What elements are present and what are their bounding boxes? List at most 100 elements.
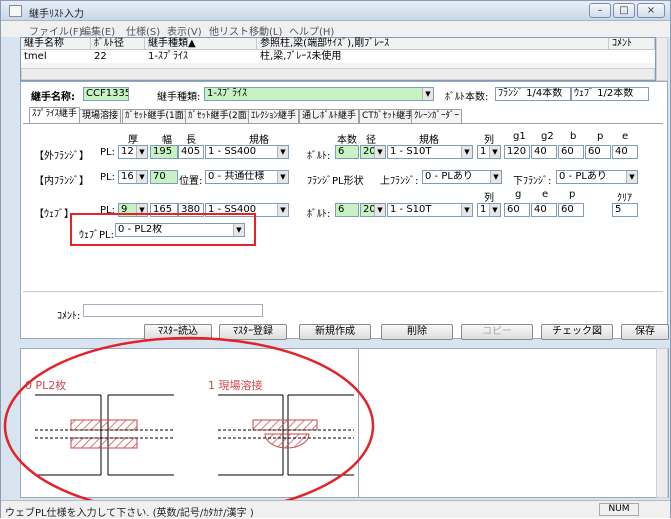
minimize-button[interactable]: – bbox=[589, 3, 611, 18]
chevron-down-icon: ▼ bbox=[461, 204, 472, 216]
tab-crane-girder[interactable]: ｸﾚｰﾝｶﾞｰﾀﾞｰ bbox=[411, 109, 463, 123]
list-hscroll[interactable] bbox=[21, 68, 655, 80]
chevron-down-icon: ▼ bbox=[422, 88, 433, 100]
close-button[interactable]: × bbox=[637, 3, 665, 18]
web-dia-select[interactable]: 20 ▼ bbox=[360, 203, 386, 217]
copy-button[interactable]: コピー bbox=[461, 324, 533, 340]
chevron-down-icon: ▼ bbox=[374, 146, 385, 158]
web-p-field[interactable]: 60 bbox=[558, 203, 584, 217]
outer-bolt-spec-select[interactable]: 1 - S10T ▼ bbox=[387, 145, 473, 159]
inner-thick-value: 16 bbox=[121, 171, 134, 182]
list-cell-type[interactable]: 1-ｽﾌﾟﾗｲｽ bbox=[145, 51, 257, 63]
tab-splice[interactable]: ｽﾌﾟﾗｲｽ継手 bbox=[29, 107, 81, 124]
menu-move[interactable]: 他リスト移動(L) bbox=[209, 23, 282, 38]
col-header-name[interactable]: 継手名称 bbox=[21, 38, 91, 50]
window-title: 継手ﾘｽﾄ入力 bbox=[29, 9, 84, 20]
list-cell-name[interactable]: tmel bbox=[21, 51, 91, 63]
type-select[interactable]: 1-ｽﾌﾟﾗｲｽ ▼ bbox=[204, 87, 434, 101]
outer-thick-select[interactable]: 12 ▼ bbox=[118, 145, 148, 159]
inner-pos-select[interactable]: 0 - 共通仕様 ▼ bbox=[205, 170, 289, 184]
tab-gusset-2[interactable]: ｶﾞｾｯﾄ継手(2面) bbox=[185, 109, 254, 123]
check-figure-button[interactable]: チェック図 bbox=[541, 324, 613, 340]
outer-p-field[interactable]: 60 bbox=[585, 145, 611, 159]
web-rows-value: 1 bbox=[480, 204, 487, 215]
outer-rows-select[interactable]: 1 ▼ bbox=[477, 145, 501, 159]
chevron-down-icon: ▼ bbox=[490, 171, 501, 183]
menu-file[interactable]: ファイル(F) bbox=[29, 23, 83, 38]
maximize-button[interactable]: □ bbox=[613, 3, 635, 18]
web-bolt-spec-select[interactable]: 1 - S10T ▼ bbox=[387, 203, 473, 217]
separator bbox=[23, 291, 663, 292]
col-rows: 列 bbox=[484, 135, 494, 146]
web-col-clear: ｸﾘｱ bbox=[617, 193, 632, 204]
inner-pl-label: PL: bbox=[100, 172, 115, 183]
bolt-count-label: ﾎﾞﾙﾄ本数: bbox=[445, 92, 489, 103]
col-length: 長 bbox=[186, 135, 196, 146]
outer-width-field[interactable]: 195 bbox=[150, 145, 178, 159]
tab-through-bolt[interactable]: 通しﾎﾞﾙﾄ継手 bbox=[299, 109, 360, 123]
main-window: 継手ﾘｽﾄ入力 – □ × ファイル(F) 編集(E) 仕様(S) 表示(V) … bbox=[0, 0, 671, 519]
menu-help[interactable]: ヘルプ(H) bbox=[289, 23, 334, 38]
bolt-web-field[interactable]: ｳｪﾌﾞ 1/2本数 bbox=[571, 87, 649, 101]
outer-count-field[interactable]: 6 bbox=[335, 145, 359, 159]
upper-flange-value: 0 - PLあり bbox=[425, 171, 473, 182]
col-spec: 規格 bbox=[249, 135, 269, 146]
col-g2: g2 bbox=[541, 131, 554, 142]
outer-spec-value: 1 - SS400 bbox=[208, 146, 257, 157]
num-lock-indicator: NUM bbox=[599, 503, 639, 516]
joint-list[interactable]: 継手名称 ﾎﾞﾙﾄ径 継手種類▲ 参照柱,梁(端部ｻｲｽﾞ),剛ﾌﾞﾚｰｽ ｺﾒ… bbox=[20, 37, 656, 81]
tab-gusset-1[interactable]: ｶﾞｾｯﾄ継手(1面) bbox=[122, 109, 191, 123]
web-count-field[interactable]: 6 bbox=[335, 203, 359, 217]
outer-g2-field[interactable]: 40 bbox=[531, 145, 557, 159]
comment-field[interactable] bbox=[83, 304, 263, 317]
outer-spec-select[interactable]: 1 - SS400 ▼ bbox=[205, 145, 289, 159]
tab-field-weld[interactable]: 現場溶接 bbox=[79, 109, 122, 123]
outer-g1-field[interactable]: 120 bbox=[504, 145, 530, 159]
outer-dia-select[interactable]: 20 ▼ bbox=[360, 145, 386, 159]
bolt-flange-field[interactable]: ﾌﾗﾝｼﾞ 1/4本数 bbox=[495, 87, 571, 101]
menu-view[interactable]: 表示(V) bbox=[167, 23, 202, 38]
outer-b-field[interactable]: 60 bbox=[558, 145, 584, 159]
col-header-bolt[interactable]: ﾎﾞﾙﾄ径 bbox=[91, 38, 145, 50]
col-width: 幅 bbox=[162, 135, 172, 146]
web-pl-select[interactable]: 0 - PL2枚 ▼ bbox=[115, 223, 245, 237]
lower-flange-select[interactable]: 0 - PLあり ▼ bbox=[556, 170, 638, 184]
list-cell-bolt[interactable]: 22 bbox=[91, 51, 145, 63]
col-p: p bbox=[597, 131, 604, 142]
outer-e-field[interactable]: 40 bbox=[612, 145, 638, 159]
list-cell-ref[interactable]: 柱,梁,ﾌﾞﾚｰｽ未使用 bbox=[257, 51, 609, 63]
name-label: 継手名称: bbox=[31, 92, 75, 103]
web-g-field[interactable]: 60 bbox=[504, 203, 530, 217]
web-pl-label: ｳｪﾌﾞPL: bbox=[79, 230, 114, 241]
name-field[interactable]: CCF1335 bbox=[83, 87, 129, 101]
upper-flange-select[interactable]: 0 - PLあり ▼ bbox=[422, 170, 502, 184]
chevron-down-icon: ▼ bbox=[461, 146, 472, 158]
inner-thick-select[interactable]: 16 ▼ bbox=[118, 170, 148, 184]
web-clear-field[interactable]: 5 bbox=[612, 203, 638, 217]
col-g1: g1 bbox=[513, 131, 526, 142]
col-header-comment[interactable]: ｺﾒﾝﾄ bbox=[609, 38, 655, 50]
menu-spec[interactable]: 仕様(S) bbox=[126, 23, 160, 38]
delete-button[interactable]: 削除 bbox=[381, 324, 453, 340]
status-bar: ウェブPL仕様を入力して下さい. (英数/記号/ｶﾀｶﾅ/漢字 ) NUM bbox=[1, 500, 670, 519]
list-vscroll[interactable] bbox=[656, 37, 668, 81]
col-thick: 厚 bbox=[128, 135, 138, 146]
save-button[interactable]: 保存 bbox=[621, 324, 669, 340]
web-rows-select[interactable]: 1 ▼ bbox=[477, 203, 501, 217]
chevron-down-icon: ▼ bbox=[277, 204, 288, 216]
chevron-down-icon: ▼ bbox=[277, 146, 288, 158]
tab-ct-gusset[interactable]: CTｶﾞｾｯﾄ継手 bbox=[359, 109, 418, 123]
outer-bolt-spec-value: 1 - S10T bbox=[390, 146, 432, 157]
lower-flange-label: 下ﾌﾗﾝｼﾞ: bbox=[513, 176, 552, 187]
web-e-field[interactable]: 40 bbox=[531, 203, 557, 217]
col-header-type[interactable]: 継手種類▲ bbox=[145, 38, 257, 50]
tab-erection[interactable]: ｴﾚｸｼｮﾝ継手 bbox=[248, 109, 300, 123]
inner-width-field[interactable]: 70 bbox=[150, 170, 178, 184]
preview-vscroll[interactable] bbox=[656, 348, 668, 498]
chevron-down-icon: ▼ bbox=[277, 171, 288, 183]
col-header-ref[interactable]: 参照柱,梁(端部ｻｲｽﾞ),剛ﾌﾞﾚｰｽ bbox=[257, 38, 609, 50]
menu-edit[interactable]: 編集(E) bbox=[81, 23, 115, 38]
chevron-down-icon: ▼ bbox=[136, 146, 147, 158]
outer-length-field[interactable]: 405 bbox=[178, 145, 204, 159]
annotation-ellipse bbox=[3, 336, 375, 516]
